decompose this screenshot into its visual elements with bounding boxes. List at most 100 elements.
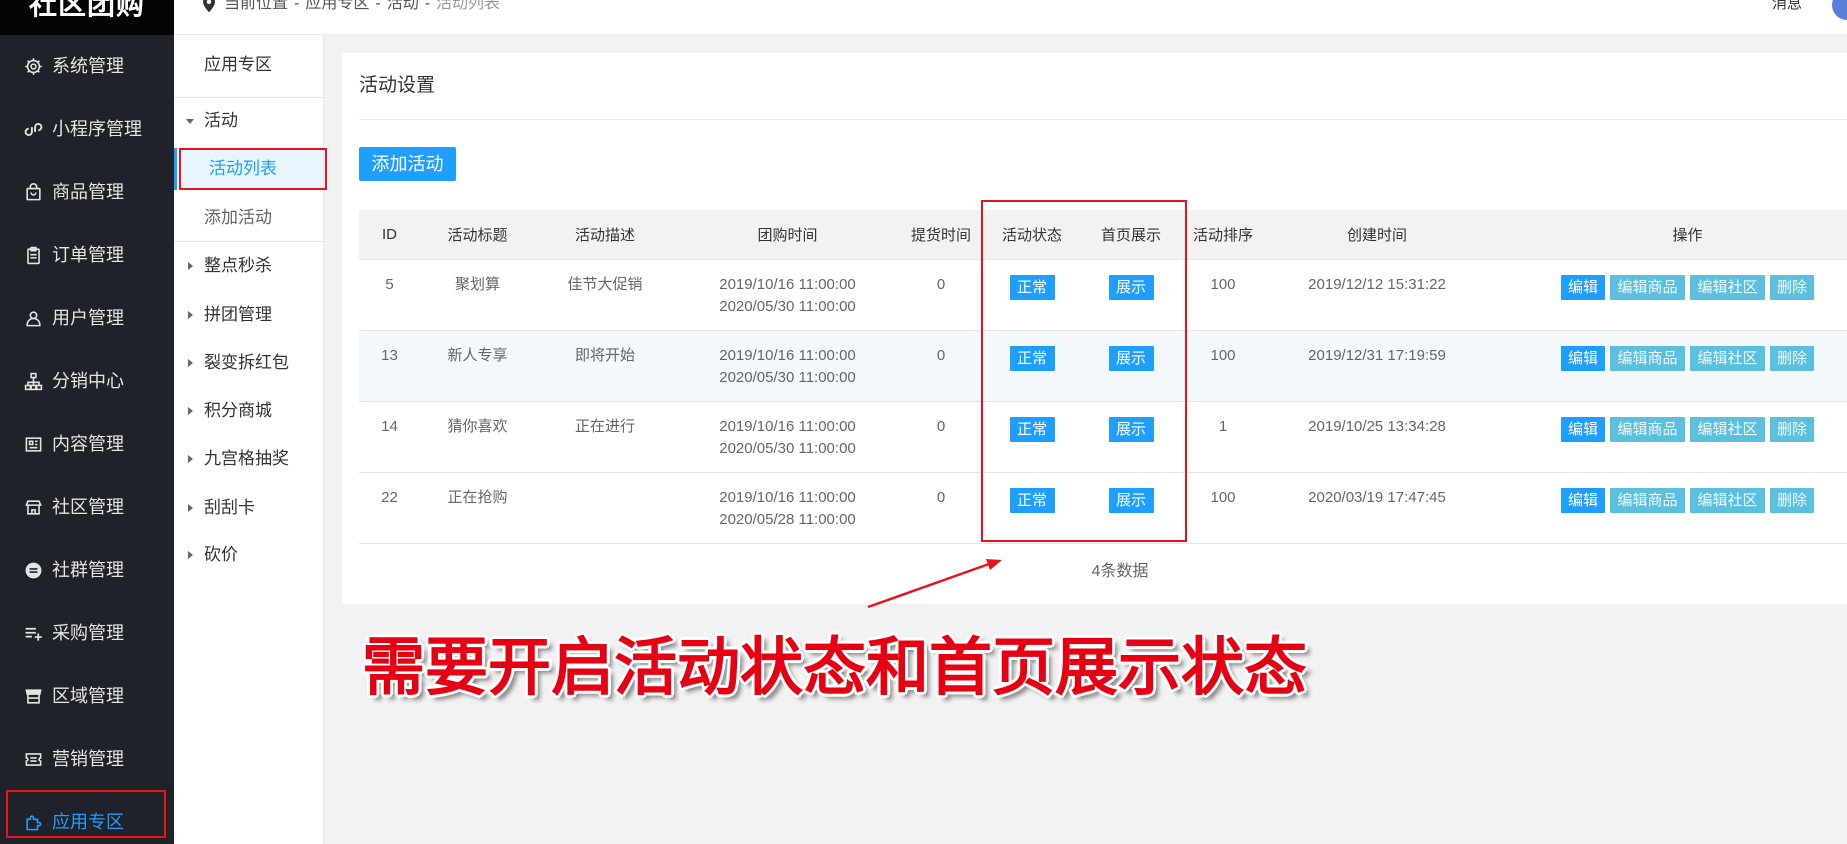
- edit-button[interactable]: 编辑: [1561, 345, 1605, 371]
- delete-button[interactable]: 删除: [1770, 416, 1814, 442]
- subnav-group-scratch-card[interactable]: 刮刮卡: [174, 493, 323, 523]
- edit-community-button[interactable]: 编辑社区: [1690, 274, 1765, 300]
- edit-products-button[interactable]: 编辑商品: [1610, 416, 1685, 442]
- subnav-group-activity[interactable]: 活动: [174, 106, 323, 136]
- sidebar-item-content[interactable]: 内容管理: [0, 413, 174, 476]
- messages-link[interactable]: 消息: [1772, 0, 1802, 16]
- button-wrap: 编辑 编辑商品 编辑社区 删除: [1561, 487, 1847, 513]
- subnav-group-flash-sale[interactable]: 整点秒杀: [174, 251, 323, 281]
- sidebar-item-orders[interactable]: 订单管理: [0, 224, 174, 287]
- breadcrumb-item[interactable]: 应用专区: [305, 0, 369, 16]
- cell-id: 13: [359, 330, 420, 402]
- sidebar-item-purchasing[interactable]: 采购管理: [0, 602, 174, 665]
- button-wrap: 编辑 编辑商品 编辑社区 删除: [1561, 416, 1847, 442]
- sidebar-item-label: 营销管理: [52, 749, 124, 769]
- sidebar-item-apps[interactable]: 应用专区: [0, 791, 174, 844]
- edit-button[interactable]: 编辑: [1561, 487, 1605, 513]
- delete-button[interactable]: 删除: [1770, 487, 1814, 513]
- avatar[interactable]: [1832, 0, 1847, 20]
- homepage-toggle-button[interactable]: 展示: [1108, 345, 1154, 371]
- app-logo[interactable]: 社区团购: [0, 0, 174, 23]
- sidebar-item-marketing[interactable]: 营销管理: [0, 728, 174, 791]
- subnav-group-red-packet[interactable]: 裂变拆红包: [174, 348, 323, 378]
- sidebar-item-label: 分销中心: [52, 371, 124, 391]
- delete-button[interactable]: 删除: [1770, 345, 1814, 371]
- sidebar-item-products[interactable]: 商品管理: [0, 161, 174, 224]
- cell-description: 佳节大促销: [535, 259, 675, 331]
- subnav-group-label: 拼团管理: [204, 305, 272, 324]
- edit-products-button[interactable]: 编辑商品: [1610, 487, 1685, 513]
- sidebar-menu: 系统管理 小程序管理 商品管理 订单管理 用户管理 分销中心 内容管理 社区管理…: [0, 35, 174, 844]
- shopping-bag-icon: [24, 183, 43, 202]
- sidebar-item-label: 内容管理: [52, 434, 124, 454]
- column-header-actions: 操作: [1488, 210, 1847, 260]
- subnav-group-label: 砍价: [204, 545, 238, 564]
- ticket-icon: [24, 750, 43, 769]
- sidebar-item-groups[interactable]: 社群管理: [0, 539, 174, 602]
- column-header-description: 活动描述: [535, 210, 675, 260]
- edit-community-button[interactable]: 编辑社区: [1690, 416, 1765, 442]
- group-start-time: 2019/10/16 11:00:00: [719, 346, 856, 364]
- breadcrumb-separator: -: [375, 0, 381, 12]
- button-wrap: 编辑 编辑商品 编辑社区 删除: [1561, 274, 1847, 300]
- storefront-icon: [24, 498, 43, 517]
- sidebar-item-label: 应用专区: [52, 812, 124, 832]
- homepage-toggle-button[interactable]: 展示: [1108, 487, 1154, 513]
- edit-community-button[interactable]: 编辑社区: [1690, 487, 1765, 513]
- subnav-item-add-activity[interactable]: 添加活动: [174, 203, 323, 233]
- shop-icon: [24, 687, 43, 706]
- cell-actions: 编辑 编辑商品 编辑社区 删除: [1488, 259, 1847, 331]
- edit-button[interactable]: 编辑: [1561, 274, 1605, 300]
- sidebar-item-system[interactable]: 系统管理: [0, 35, 174, 98]
- subnav-group-lottery[interactable]: 九宫格抽奖: [174, 444, 323, 474]
- sidebar-item-community[interactable]: 社区管理: [0, 476, 174, 539]
- caret-right-icon: [188, 455, 193, 463]
- divider: [174, 241, 323, 242]
- cell-group-time: 2019/10/16 11:00:00 2020/05/28 11:00:00: [675, 472, 900, 544]
- cell-status: 正常: [982, 259, 1082, 331]
- top-bar: 当前位置 - 应用专区 - 活动 - 活动列表 消息: [174, 0, 1847, 35]
- edit-button[interactable]: 编辑: [1561, 416, 1605, 442]
- sidebar-item-miniprogram[interactable]: 小程序管理: [0, 98, 174, 161]
- add-activity-button[interactable]: 添加活动: [359, 147, 456, 181]
- activity-settings-card: 活动设置 添加活动 ID 活动标题 活动描述 团购时间 提货时间 活动状态 首页…: [342, 53, 1847, 604]
- cell-status: 正常: [982, 472, 1082, 544]
- cell-homepage: 展示: [1082, 330, 1180, 402]
- status-toggle-button[interactable]: 正常: [1009, 487, 1055, 513]
- subnav-group-points-mall[interactable]: 积分商城: [174, 396, 323, 426]
- button-wrap: 展示: [1082, 274, 1180, 300]
- cell-title: 新人专享: [420, 330, 535, 402]
- homepage-toggle-button[interactable]: 展示: [1108, 274, 1154, 300]
- cell-pickup-time: 0: [900, 472, 982, 544]
- sidebar-item-label: 系统管理: [52, 56, 124, 76]
- page-title: 活动设置: [359, 75, 436, 96]
- subnav-group-bargain[interactable]: 砍价: [174, 540, 323, 570]
- sidebar-item-regions[interactable]: 区域管理: [0, 665, 174, 728]
- subnav-group-label: 裂变拆红包: [204, 353, 289, 372]
- sidebar-item-users[interactable]: 用户管理: [0, 287, 174, 350]
- table-row: 13 新人专享 即将开始 2019/10/16 11:00:00 2020/05…: [359, 330, 1847, 402]
- subnav-group-group-buy[interactable]: 拼团管理: [174, 300, 323, 330]
- status-toggle-button[interactable]: 正常: [1009, 416, 1055, 442]
- cell-status: 正常: [982, 401, 1082, 473]
- subnav-group-label: 活动: [204, 111, 238, 130]
- sidebar-item-label: 社区管理: [52, 497, 124, 517]
- subnav-group-label: 九宫格抽奖: [204, 449, 289, 468]
- sidebar-item-distribution[interactable]: 分销中心: [0, 350, 174, 413]
- button-wrap: 正常: [982, 487, 1082, 513]
- delete-button[interactable]: 删除: [1770, 274, 1814, 300]
- edit-products-button[interactable]: 编辑商品: [1610, 274, 1685, 300]
- homepage-toggle-button[interactable]: 展示: [1108, 416, 1154, 442]
- status-toggle-button[interactable]: 正常: [1009, 274, 1055, 300]
- caret-right-icon: [188, 359, 193, 367]
- cell-created: 2019/12/31 17:19:59: [1266, 330, 1488, 402]
- edit-products-button[interactable]: 编辑商品: [1610, 345, 1685, 371]
- breadcrumb-item[interactable]: 活动: [387, 0, 419, 16]
- sidebar-item-label: 用户管理: [52, 308, 124, 328]
- subnav-item-activity-list[interactable]: 活动列表: [174, 148, 323, 190]
- sidebar-item-label: 订单管理: [52, 245, 124, 265]
- cell-id: 14: [359, 401, 420, 473]
- edit-community-button[interactable]: 编辑社区: [1690, 345, 1765, 371]
- group-end-time: 2020/05/30 11:00:00: [719, 297, 856, 315]
- status-toggle-button[interactable]: 正常: [1009, 345, 1055, 371]
